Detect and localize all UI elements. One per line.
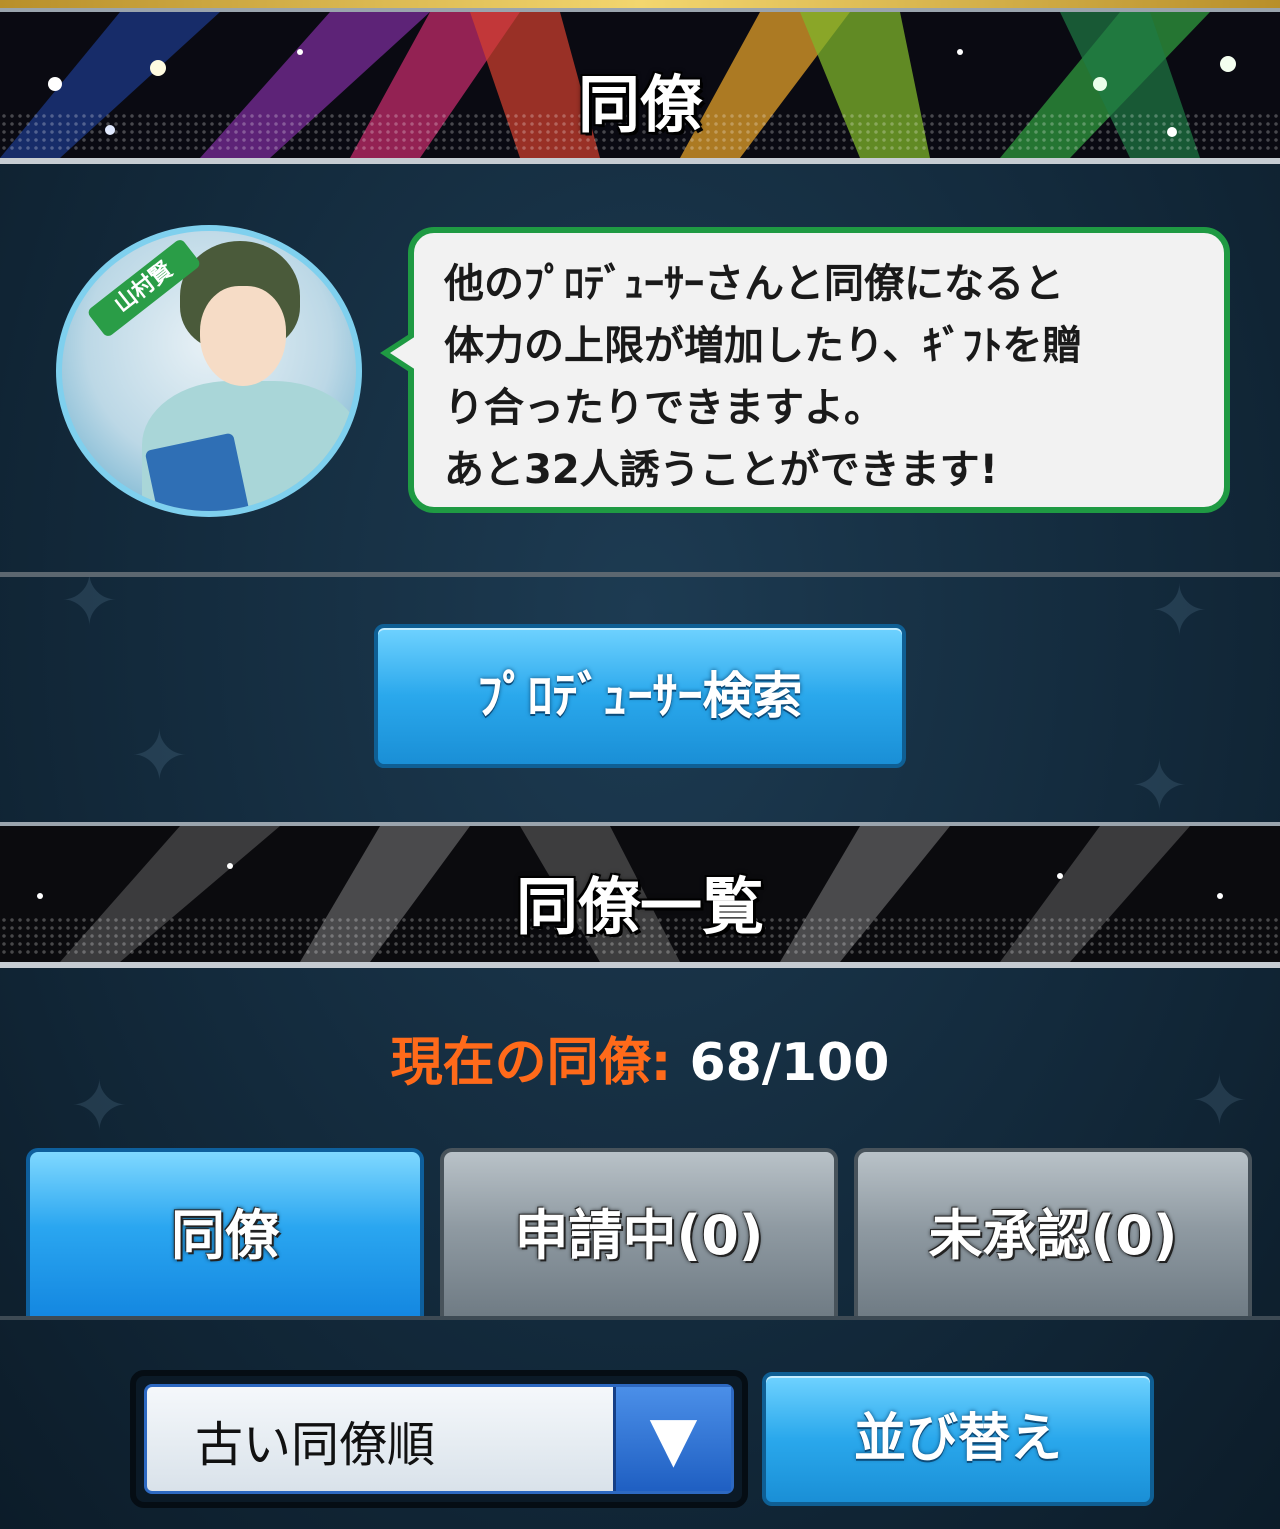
background-star-icon: ✦ <box>1150 570 1209 652</box>
sort-selected-value: 古い同僚順 <box>195 1417 436 1473</box>
tab-unapproved[interactable]: 未承認(0) <box>854 1148 1252 1320</box>
tab-pending[interactable]: 申請中(0) <box>440 1148 838 1320</box>
header-banner: 同僚 <box>0 8 1280 164</box>
list-header-banner: 同僚一覧 <box>0 822 1280 968</box>
message-line: 体力の上限が増加したり、ｷﾞﾌﾄを贈 <box>444 323 1083 369</box>
tab-colleagues[interactable]: 同僚 <box>26 1148 424 1320</box>
avatar-face <box>200 286 286 386</box>
section-divider <box>0 572 1280 577</box>
dropdown-toggle[interactable]: ▼ <box>613 1387 731 1491</box>
sort-button[interactable]: 並び替え <box>762 1372 1154 1506</box>
list-title: 同僚一覧 <box>515 870 764 943</box>
background-star-icon: ✦ <box>130 715 189 797</box>
tab-underline <box>0 1316 1280 1320</box>
message-line: あと32人誘うことができます! <box>444 447 998 493</box>
count-label: 現在の同僚: <box>390 1033 672 1093</box>
top-border <box>0 0 1280 8</box>
message-line: り合ったりできますよ。 <box>444 385 884 431</box>
sort-order-select[interactable]: 古い同僚順 ▼ <box>130 1370 748 1508</box>
speech-bubble: 他のﾌﾟﾛﾃﾞｭｰｻｰさんと同僚になると 体力の上限が増加したり、ｷﾞﾌﾄを贈 … <box>380 227 1230 513</box>
page-title: 同僚 <box>577 68 702 141</box>
triangle-down-icon: ▼ <box>649 1402 698 1475</box>
background-star-icon: ✦ <box>1130 745 1189 827</box>
colleague-count: 現在の同僚: 68/100 <box>0 1020 1280 1095</box>
count-value: 68/100 <box>689 1033 890 1093</box>
sort-select-field[interactable]: 古い同僚順 ▼ <box>144 1384 734 1494</box>
message-line: 他のﾌﾟﾛﾃﾞｭｰｻｰさんと同僚になると <box>444 261 1064 307</box>
producer-search-button[interactable]: ﾌﾟﾛﾃﾞｭｰｻｰ検索 <box>374 624 906 768</box>
character-avatar: 山村賢 <box>56 225 362 517</box>
